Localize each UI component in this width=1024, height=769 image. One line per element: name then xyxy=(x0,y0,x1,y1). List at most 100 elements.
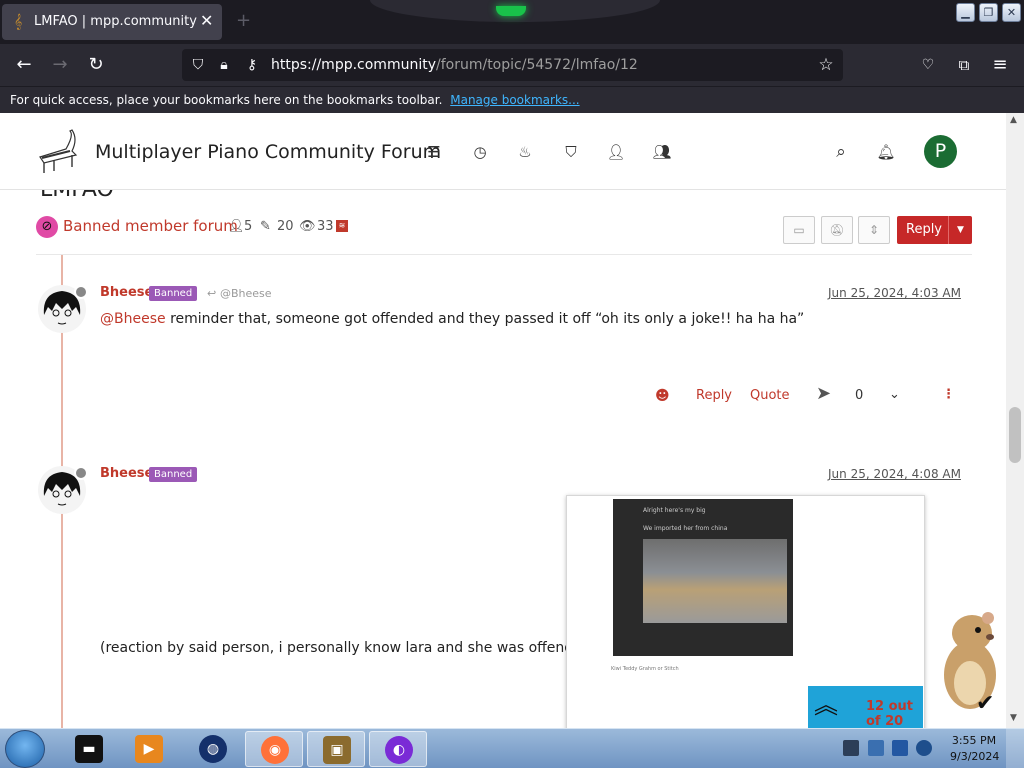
restore-button[interactable]: ❐ xyxy=(979,3,998,22)
taskbar-app-active[interactable]: ◐ xyxy=(369,731,427,767)
back-button[interactable]: ← xyxy=(11,53,37,77)
user-avatar[interactable]: P xyxy=(924,135,957,168)
taskbar-app[interactable]: ▶ xyxy=(120,731,178,767)
banned-badge[interactable]: Banned xyxy=(149,467,198,482)
pocket-icon[interactable]: ♡ xyxy=(915,53,941,77)
taskbar-app[interactable]: ◍ xyxy=(184,731,242,767)
scroll-top-chevrons-icon[interactable]: ︽ xyxy=(814,690,838,720)
menu-icon[interactable]: ≡ xyxy=(987,53,1013,77)
browser-nav-bar: ← → ↻ ⛉ 🔒︎ ⚷ https://mpp.community/forum… xyxy=(0,44,1024,86)
firefox-icon: ◉ xyxy=(261,736,289,764)
forum-page: Multiplayer Piano Community Forum ☰ ◷ ♨ … xyxy=(0,113,1006,728)
scroll-up-icon[interactable]: ▲ xyxy=(1010,115,1017,125)
url-text[interactable]: https://mpp.community/forum/topic/54572/… xyxy=(271,57,638,73)
post-reply-button[interactable]: Reply xyxy=(696,388,732,403)
notch-light xyxy=(496,6,526,16)
pagination-indicator[interactable]: ︽ 12 out of 20 xyxy=(808,686,923,728)
forum-header: Multiplayer Piano Community Forum ☰ ◷ ♨ … xyxy=(0,113,1006,190)
taskbar-app-active[interactable]: ▣ xyxy=(307,731,365,767)
category-link[interactable]: Banned member forum xyxy=(63,217,238,235)
manage-bookmarks-link[interactable]: Manage bookmarks... xyxy=(450,93,579,107)
shield-icon[interactable]: ⛉ xyxy=(188,55,208,75)
display-icon[interactable] xyxy=(892,740,908,756)
reaction-icon[interactable]: ☻ xyxy=(655,388,670,404)
mask-app-icon: ◐ xyxy=(385,736,413,764)
views-count: 33 xyxy=(317,219,334,234)
sort-icon[interactable]: ⇕ xyxy=(858,216,890,244)
reply-button[interactable]: Reply ▼ xyxy=(897,216,972,244)
user-mention[interactable]: @Bheese xyxy=(100,311,166,327)
globe-icon: ◍ xyxy=(199,735,227,763)
post-content: @Bheese reminder that, someone got offen… xyxy=(100,311,804,327)
media-player-icon: ▶ xyxy=(135,735,163,763)
rss-icon[interactable]: ≋ xyxy=(336,220,348,232)
bookmark-star-icon[interactable]: ☆ xyxy=(816,55,836,75)
downvote-chevron-icon[interactable]: ⌄ xyxy=(889,387,900,402)
taskbar-clock[interactable]: 3:55 PM 9/3/2024 xyxy=(950,733,1000,765)
status-indicator xyxy=(74,285,88,299)
permissions-key-icon[interactable]: ⚷ xyxy=(242,55,262,75)
start-button[interactable] xyxy=(5,730,45,768)
browser-tab[interactable]: 𝄞 LMFAO | mpp.community ✕ xyxy=(2,4,222,40)
piano-logo-icon[interactable] xyxy=(36,127,78,175)
browser-tab-bar: 𝄞 LMFAO | mpp.community ✕ + ▁ ❐ ✕ xyxy=(0,0,1024,44)
show-hidden-icons-icon[interactable] xyxy=(843,740,859,756)
post-text: reminder that, someone got offended and … xyxy=(165,311,805,327)
recent-icon[interactable]: ◷ xyxy=(469,141,491,163)
close-window-button[interactable]: ✕ xyxy=(1002,3,1021,22)
tags-icon[interactable]: ⛉ xyxy=(560,141,582,163)
search-icon[interactable]: ⌕ xyxy=(830,141,852,163)
network-icon[interactable] xyxy=(868,740,884,756)
reply-dropdown-icon[interactable]: ▼ xyxy=(948,216,972,244)
minimize-button[interactable]: ▁ xyxy=(956,3,975,22)
new-tab-icon[interactable]: + xyxy=(236,10,251,31)
lock-icon[interactable]: 🔒︎ xyxy=(214,55,234,75)
scroll-down-icon[interactable]: ▼ xyxy=(1010,713,1017,723)
banned-badge[interactable]: Banned xyxy=(149,286,198,301)
embedded-line: Alright here's my big xyxy=(643,507,706,514)
close-tab-icon[interactable]: ✕ xyxy=(200,12,213,30)
posts-count: 20 xyxy=(277,219,294,234)
bookmarks-message: For quick access, place your bookmarks h… xyxy=(10,93,443,107)
tab-title: LMFAO | mpp.community xyxy=(34,14,197,29)
post-timestamp[interactable]: Jun 25, 2024, 4:03 AM xyxy=(828,286,961,300)
quote-button[interactable]: Quote xyxy=(750,388,790,403)
popular-icon[interactable]: ♨ xyxy=(514,141,536,163)
post-timestamp[interactable]: Jun 25, 2024, 4:08 AM xyxy=(828,467,961,481)
post-username[interactable]: Bheese xyxy=(100,285,153,300)
scrollbar-thumb[interactable] xyxy=(1009,407,1021,463)
posters-count: 5 xyxy=(244,219,253,234)
clock-time: 3:55 PM xyxy=(951,734,997,747)
bookmarks-toolbar: For quick access, place your bookmarks h… xyxy=(0,86,1024,113)
notifications-bell-icon[interactable]: 🔔︎ xyxy=(875,141,897,163)
categories-icon[interactable]: ☰ xyxy=(423,141,445,163)
page-scrollbar[interactable]: ▲ ▼ xyxy=(1006,113,1024,728)
post-tools-icon[interactable]: ⋮ xyxy=(942,387,955,402)
clock-date: 9/3/2024 xyxy=(950,750,1000,763)
volume-icon[interactable] xyxy=(916,740,932,756)
embedded-line: We imported her from china xyxy=(643,525,728,532)
reload-button[interactable]: ↻ xyxy=(83,53,109,77)
pagination-text: 12 out of 20 xyxy=(866,699,914,728)
forward-button[interactable]: → xyxy=(47,53,73,77)
show-desktop-button[interactable] xyxy=(1006,729,1024,769)
post-username[interactable]: Bheese xyxy=(100,466,153,481)
url-bar[interactable]: ⛉ 🔒︎ ⚷ https://mpp.community/forum/topic… xyxy=(182,49,843,81)
views-eye-icon: 👁︎ xyxy=(299,219,316,234)
status-indicator xyxy=(74,466,88,480)
reply-to-link[interactable]: @Bheese xyxy=(220,287,272,300)
banned-category-icon[interactable]: ⊘ xyxy=(36,216,58,238)
vote-count[interactable]: 0 xyxy=(855,388,863,403)
users-icon[interactable]: 👤︎ xyxy=(605,141,627,163)
taskbar-app[interactable]: ▬ xyxy=(60,731,118,767)
watch-off-icon[interactable]: 🔕︎ xyxy=(821,216,853,244)
site-name[interactable]: Multiplayer Piano Community Forum xyxy=(95,141,441,163)
inbox-icon[interactable]: ▭ xyxy=(783,216,815,244)
taskbar-app-active[interactable]: ◉ xyxy=(245,731,303,767)
extensions-icon[interactable]: ⧉ xyxy=(951,53,977,77)
hamster-mascot-icon xyxy=(944,612,996,709)
topic-meta-bar: ⊘ Banned member forum 👤︎ 5 ✎ 20 👁︎ 33 ≋ … xyxy=(36,213,976,244)
checkmark-icon: ✔ xyxy=(976,691,995,716)
windows-taskbar: ▬ ▶ ◍ ◉ ▣ ◐ 3:55 PM 9/3/2024 xyxy=(0,728,1024,769)
groups-icon[interactable]: 👥︎ xyxy=(651,141,673,163)
